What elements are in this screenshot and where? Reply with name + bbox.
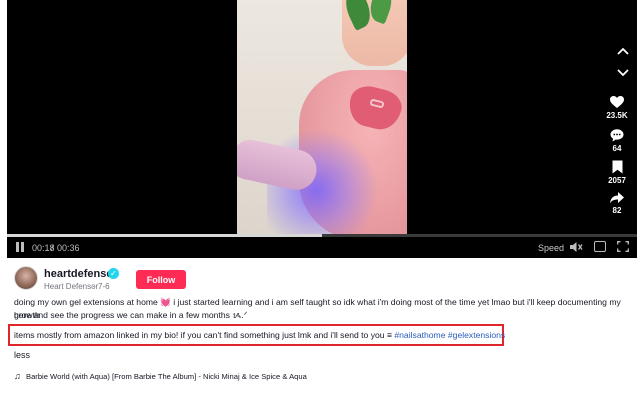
video-post-page: 23.5K 64 2057 82 00:18 / 00:36 Speed hea… (0, 0, 644, 400)
bookmark-icon (612, 160, 622, 174)
post-date: 7-6 (98, 282, 110, 291)
caption-line: here and see the progress we can make in… (14, 310, 248, 320)
time-separator: / (51, 243, 54, 253)
author-username[interactable]: heartdefensor (44, 268, 117, 280)
music-title-link[interactable]: Barbie World (with Aqua) [From Barbie Th… (26, 372, 307, 381)
author-nickname[interactable]: Heart Defensor (44, 282, 98, 291)
previous-video-icon[interactable] (617, 47, 629, 55)
next-video-icon[interactable] (617, 69, 629, 77)
follow-button[interactable]: Follow (136, 270, 186, 289)
like-button[interactable]: 23.5K (600, 96, 634, 120)
progress-bar[interactable] (7, 234, 637, 237)
hashtag-link[interactable]: #nailsathome (394, 330, 445, 340)
verified-badge-icon: ✓ (108, 268, 119, 279)
caption-text: items mostly from amazon linked in my bi… (14, 330, 395, 340)
share-icon (610, 192, 624, 204)
caption-line: items mostly from amazon linked in my bi… (14, 329, 505, 342)
comment-count: 64 (612, 144, 622, 153)
share-count: 82 (612, 206, 622, 215)
pause-icon[interactable] (16, 242, 25, 252)
time-total: 00:36 (57, 243, 80, 253)
like-count: 23.5K (606, 111, 628, 120)
save-count: 2057 (608, 176, 626, 185)
share-button[interactable]: 82 (600, 192, 634, 215)
picture-in-picture-icon[interactable] (594, 241, 606, 252)
hashtag-link[interactable]: #gelextensions (448, 330, 505, 340)
comment-button[interactable]: 64 (600, 129, 634, 153)
avatar[interactable] (14, 266, 38, 290)
fullscreen-icon[interactable] (617, 241, 629, 252)
save-button[interactable]: 2057 (600, 160, 634, 185)
video-frame[interactable] (237, 0, 407, 234)
heart-icon (610, 96, 624, 108)
less-link[interactable]: less (14, 350, 30, 360)
video-player[interactable] (7, 0, 637, 258)
comment-icon (610, 129, 624, 142)
speed-button[interactable]: Speed (538, 243, 564, 253)
author-separator: · (92, 282, 95, 291)
progress-fill (7, 234, 322, 237)
volume-icon[interactable] (569, 240, 583, 254)
music-note-icon: ♫ (14, 371, 21, 381)
